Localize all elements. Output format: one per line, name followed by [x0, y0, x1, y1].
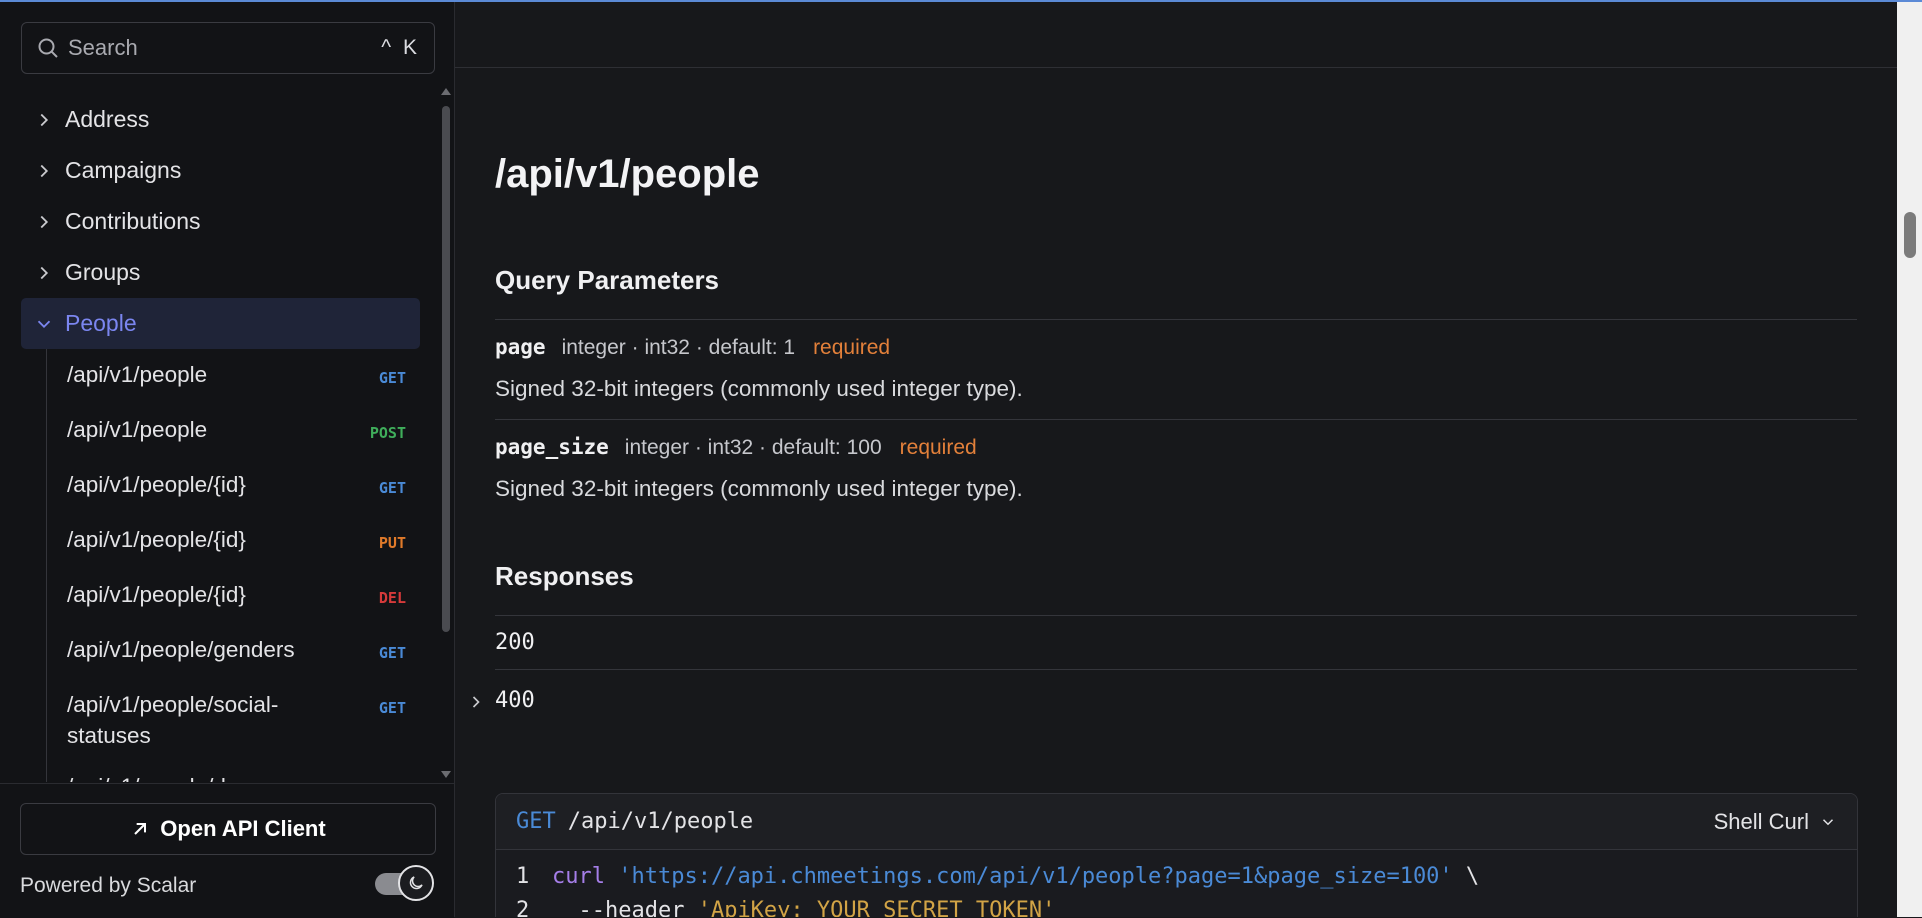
endpoint-item[interactable]: /api/v1/people/genders GET [47, 624, 420, 679]
method-badge: GET [378, 699, 406, 717]
endpoint-item[interactable]: /api/v1/people/social-statuses GET [47, 679, 420, 761]
sidebar-footer: Open API Client Powered by Scalar [0, 783, 454, 918]
language-selector[interactable]: Shell Curl [1714, 809, 1837, 835]
param-description: Signed 32-bit integers (commonly used in… [495, 476, 1023, 501]
page-scrollbar-track[interactable] [1897, 2, 1922, 917]
search-icon [38, 38, 58, 58]
arrow-up-right-icon [134, 823, 147, 835]
response-200[interactable]: 200 [495, 630, 535, 655]
endpoint-item[interactable]: /api/v1/people/{id} PUT [47, 514, 420, 569]
code-token-url: 'https://api.chmeetings.com/api/v1/peopl… [618, 864, 1453, 889]
search-shortcut: ^ K [381, 36, 420, 59]
divider [495, 319, 1857, 320]
sidebar-item-label: People [65, 310, 137, 336]
chevron-right-icon [40, 215, 49, 228]
param-description: Signed 32-bit integers (commonly used in… [495, 376, 1023, 401]
endpoint-path: /api/v1/people/{id} [67, 582, 246, 607]
method-badge: POST [369, 424, 406, 442]
endpoint-path: /api/v1/people/genders [67, 637, 295, 662]
param-meta: integer · int32 · default: 100 [624, 436, 882, 459]
endpoint-path: /api/v1/people/deacon- [67, 771, 295, 782]
endpoint-path: /api/v1/people [67, 417, 208, 442]
sidebar-item-groups[interactable]: Groups [21, 247, 420, 298]
endpoint-path: /api/v1/people/{id} [67, 472, 246, 497]
code-token-flag: --header [552, 898, 685, 917]
endpoint-item[interactable]: /api/v1/people/{id} DEL [47, 569, 420, 624]
query-parameters-heading: Query Parameters [495, 265, 720, 295]
method-badge: GET [378, 369, 406, 387]
code-example-card: GET /api/v1/people Shell Curl 1 curl 'htt… [495, 793, 1858, 917]
param-name: page_size [495, 435, 609, 459]
language-label: Shell Curl [1713, 808, 1809, 834]
param-row-page-size: page_size integer · int32 · default: 100… [495, 435, 977, 460]
sidebar-nav: Address Campaigns Contributions Groups P… [21, 94, 420, 782]
chevron-right-icon [40, 113, 49, 126]
scroll-down-arrow[interactable] [441, 771, 451, 778]
sidebar-item-address[interactable]: Address [21, 94, 420, 145]
code-line: 1 curl 'https://api.chmeetings.com/api/v1… [516, 860, 1837, 894]
code-method: GET [516, 809, 556, 834]
moon-icon [409, 876, 423, 890]
required-badge: required [813, 336, 891, 359]
endpoint-path: /api/v1/people/{id} [67, 527, 246, 552]
code-token-header-value: 'ApiKey: YOUR_SECRET_TOKEN' [697, 898, 1056, 917]
code-path: /api/v1/people [567, 809, 754, 834]
sidebar-item-label: Contributions [65, 208, 201, 234]
people-endpoint-list: /api/v1/people GET /api/v1/people POST /… [46, 349, 420, 782]
method-badge: DEL [378, 589, 406, 607]
sidebar-item-campaigns[interactable]: Campaigns [21, 145, 420, 196]
page-scrollbar-thumb[interactable] [1904, 212, 1916, 258]
code-body[interactable]: 1 curl 'https://api.chmeetings.com/api/v1… [496, 850, 1857, 917]
endpoint-path: /api/v1/people [67, 362, 208, 387]
page-title: /api/v1/people [495, 152, 760, 196]
response-400[interactable]: 400 [495, 688, 535, 713]
responses-heading: Responses [495, 561, 634, 591]
sidebar-item-contributions[interactable]: Contributions [21, 196, 420, 247]
endpoint-item[interactable]: /api/v1/people/{id} GET [47, 459, 420, 514]
code-line: 2 --header 'ApiKey: YOUR_SECRET_TOKEN' [516, 894, 1837, 917]
search-placeholder: Search [68, 35, 138, 60]
method-badge: GET [378, 479, 406, 497]
endpoint-item[interactable]: /api/v1/people GET [47, 349, 420, 404]
sidebar-item-label: Campaigns [65, 157, 182, 183]
chevron-right-icon [40, 266, 49, 279]
chevron-right-icon [40, 164, 49, 177]
theme-toggle-knob[interactable] [398, 865, 434, 901]
sidebar-item-label: Groups [65, 259, 141, 285]
search-input[interactable]: Search ^ K [21, 22, 435, 74]
open-api-client-button[interactable]: Open API Client [20, 803, 436, 855]
top-bar [455, 2, 1897, 68]
line-number: 1 [516, 864, 530, 889]
sidebar-item-label: Address [65, 106, 150, 132]
open-api-client-label: Open API Client [160, 816, 326, 841]
method-badge: GET [378, 644, 406, 662]
line-number: 2 [516, 898, 530, 917]
chevron-right-icon[interactable] [466, 692, 486, 712]
param-name: page [495, 335, 546, 359]
endpoint-item[interactable]: /api/v1/people/deacon- GET [47, 761, 420, 782]
main-content: /api/v1/people Query Parameters page int… [455, 2, 1897, 917]
divider [495, 419, 1857, 420]
param-row-page: page integer · int32 · default: 1 requir… [495, 335, 890, 360]
sidebar-scrollbar-thumb[interactable] [442, 106, 450, 632]
required-badge: required [899, 436, 977, 459]
scroll-up-arrow[interactable] [441, 88, 451, 95]
endpoint-item[interactable]: /api/v1/people POST [47, 404, 420, 459]
param-meta: integer · int32 · default: 1 [561, 336, 796, 359]
sidebar: Search ^ K Address Campaigns Contributio… [0, 2, 455, 918]
sidebar-item-people[interactable]: People [21, 298, 420, 349]
divider [495, 615, 1857, 616]
method-badge: GET [379, 771, 406, 782]
code-token-command: curl [552, 864, 605, 889]
code-header: GET /api/v1/people Shell Curl [496, 794, 1857, 850]
powered-by-text: Powered by Scalar [20, 874, 197, 897]
method-badge: PUT [378, 534, 406, 552]
chevron-down-icon [37, 320, 51, 328]
divider [495, 669, 1857, 670]
code-token-continuation: \ [1452, 864, 1480, 889]
chevron-down-icon [1822, 818, 1834, 825]
endpoint-path: /api/v1/people/social-statuses [67, 692, 279, 748]
